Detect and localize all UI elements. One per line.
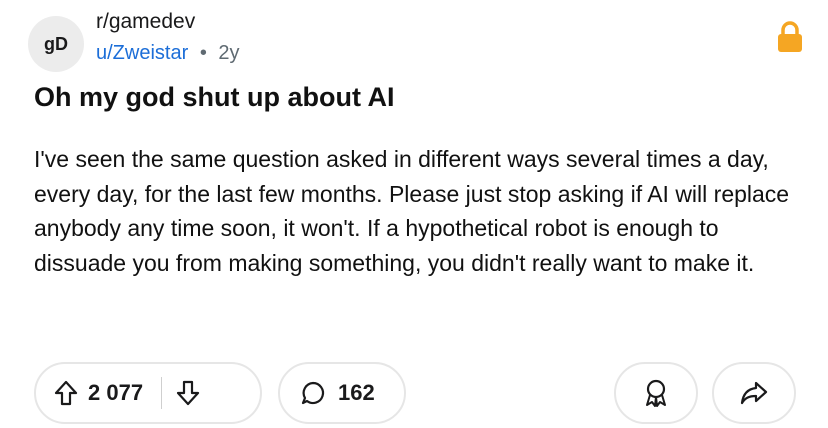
subreddit-avatar[interactable]: gD [28, 16, 84, 72]
subreddit-name[interactable]: r/gamedev [96, 10, 195, 34]
comments-button[interactable]: 162 [278, 362, 406, 424]
award-icon [642, 378, 670, 408]
award-button[interactable] [614, 362, 698, 424]
downvote-icon[interactable] [176, 380, 200, 406]
post-title[interactable]: Oh my god shut up about AI [34, 82, 394, 113]
share-button[interactable] [712, 362, 796, 424]
post-age: 2y [218, 42, 240, 64]
post-body: I've seen the same question asked in dif… [34, 146, 790, 276]
meta-separator: • [199, 42, 207, 64]
comment-count: 162 [338, 380, 375, 405]
share-icon [740, 380, 768, 406]
upvote-icon[interactable] [54, 380, 78, 406]
lock-icon [776, 20, 804, 54]
upvote-count: 2 077 [88, 380, 144, 405]
author-link[interactable]: u/Zweistar [96, 42, 188, 64]
post-header: gD r/gamedev u/Zweistar • 2y [28, 8, 808, 72]
post-meta: u/Zweistar • 2y [96, 42, 240, 65]
comment-icon [300, 380, 326, 406]
avatar-text: gD [44, 33, 68, 54]
vote-divider [161, 377, 163, 409]
vote-bar: 2 077 [34, 362, 262, 424]
